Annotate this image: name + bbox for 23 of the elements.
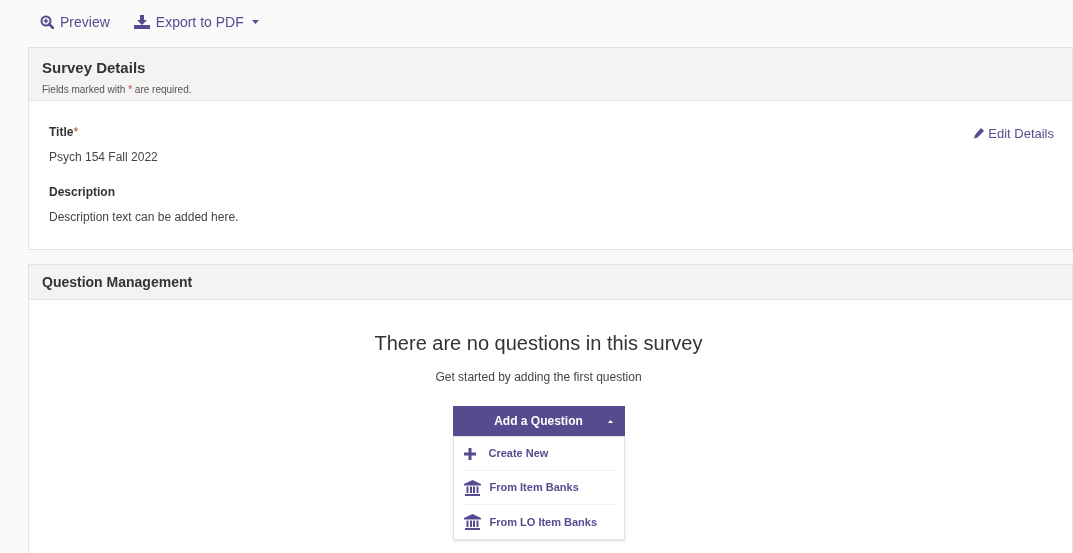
- menu-item[interactable]: Create New: [463, 437, 614, 471]
- field-label: Title*: [49, 124, 79, 141]
- export-button[interactable]: Export to PDF: [133, 11, 259, 33]
- menu-item[interactable]: From Item Banks: [463, 471, 614, 505]
- empty-state-title: There are no questions in this survey: [374, 331, 703, 356]
- bank-icon: [463, 479, 481, 496]
- field-value: Psych 154 Fall 2022: [49, 149, 159, 166]
- panel-title: Survey Details: [42, 58, 147, 78]
- field-label: Description: [49, 184, 115, 201]
- empty-state-subtitle: Get started by adding the first question: [435, 369, 642, 386]
- zoom-in-icon: [40, 15, 54, 29]
- field-value: Description text can be added here.: [49, 209, 240, 226]
- edit-details-link[interactable]: Edit Details: [973, 124, 1054, 144]
- plus-icon: [463, 447, 476, 460]
- preview-button[interactable]: Preview: [40, 11, 110, 33]
- menu-item[interactable]: From LO Item Banks: [463, 505, 614, 539]
- add-question-button[interactable]: Add a Question: [452, 406, 625, 436]
- required-hint: Fields marked with * are required.: [42, 82, 193, 97]
- bank-icon: [463, 514, 481, 530]
- panel-title: Question Management: [42, 272, 193, 292]
- caret-up-icon: [607, 419, 613, 423]
- pencil-icon: [973, 128, 985, 140]
- download-icon: [133, 15, 150, 29]
